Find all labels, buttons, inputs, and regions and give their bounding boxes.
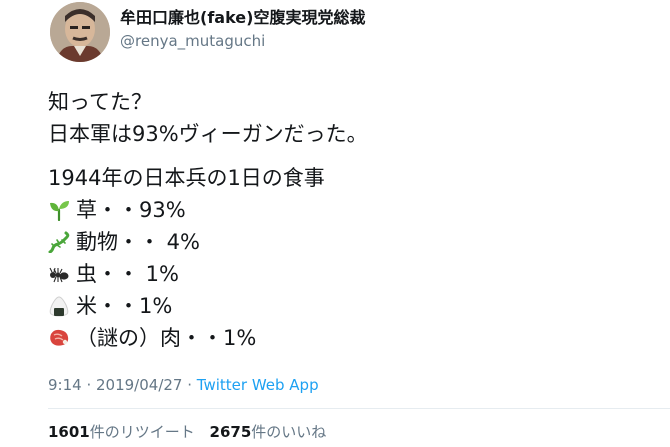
tweet-date[interactable]: 2019/04/27: [96, 376, 182, 394]
author-block: 牟田口廉也(fake)空腹実現党総裁 @renya_mutaguchi: [120, 6, 660, 52]
retweet-count: 1601: [48, 423, 90, 441]
tweet-line-text: 日本軍は93%ヴィーガンだった。: [48, 122, 368, 146]
diet-item-text: 動物・・ 4%: [76, 230, 200, 254]
tweet-line: 1944年の日本兵の1日の食事: [48, 162, 648, 194]
diet-item-text: 草・・93%: [76, 198, 186, 222]
diet-item: 草・・93%: [48, 194, 648, 226]
diet-item: 虫・・ 1%: [48, 258, 648, 290]
lizard-icon: [48, 231, 70, 253]
rice-ball-icon: [48, 295, 70, 317]
seedling-icon: [48, 199, 70, 221]
tweet-line: 知ってた？: [48, 86, 648, 118]
display-name[interactable]: 牟田口廉也(fake)空腹実現党総裁: [120, 6, 660, 30]
diet-item: 動物・・ 4%: [48, 226, 648, 258]
ant-icon: [48, 263, 70, 285]
like-count: 2675: [209, 423, 252, 441]
meta-separator: ·: [81, 376, 96, 394]
tweet-meta: 9:14 · 2019/04/27 · Twitter Web App: [48, 374, 319, 396]
tweet-text: 知ってた？ 日本軍は93%ヴィーガンだった。 1944年の日本兵の1日の食事 草…: [48, 86, 648, 354]
user-handle[interactable]: @renya_mutaguchi: [120, 30, 660, 52]
diet-item: 米・・1%: [48, 290, 648, 322]
tweet-line-text: 知ってた？: [48, 90, 152, 114]
divider: [48, 408, 670, 409]
tweet-stats: 1601件のリツイート 2675件のいいね: [48, 420, 336, 444]
diet-item-text: 虫・・ 1%: [76, 262, 179, 286]
tweet-source-link[interactable]: Twitter Web App: [197, 376, 319, 394]
tweet-line: 日本軍は93%ヴィーガンだった。: [48, 118, 648, 150]
diet-item-text: （謎の）肉・・1%: [76, 326, 257, 350]
tweet-card: 牟田口廉也(fake)空腹実現党総裁 @renya_mutaguchi 知ってた…: [0, 0, 670, 447]
meat-icon: [48, 327, 70, 349]
retweet-label: 件のリツイート: [89, 423, 195, 441]
diet-item: （謎の）肉・・1%: [48, 322, 648, 354]
tweet-line-text: 1944年の日本兵の1日の食事: [48, 166, 325, 190]
avatar-image: [50, 2, 110, 62]
like-stat[interactable]: 2675件のいいね: [210, 423, 327, 441]
tweet-time[interactable]: 9:14: [48, 376, 82, 394]
like-label: 件のいいね: [251, 423, 327, 441]
meta-separator: ·: [182, 376, 197, 394]
retweet-stat[interactable]: 1601件のリツイート: [48, 423, 195, 441]
avatar[interactable]: [50, 2, 110, 62]
diet-item-text: 米・・1%: [76, 294, 173, 318]
